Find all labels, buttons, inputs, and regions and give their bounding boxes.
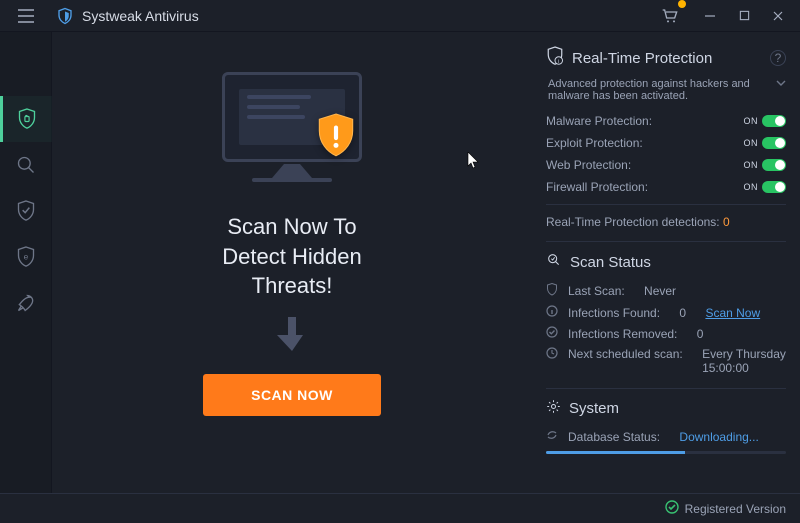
download-progress bbox=[546, 451, 786, 454]
toggle-row-web: Web Protection: ON bbox=[546, 154, 786, 176]
toggle-firewall[interactable] bbox=[762, 181, 786, 193]
cart-icon[interactable] bbox=[656, 2, 684, 30]
sidebar-item-quarantine[interactable]: e bbox=[0, 234, 52, 280]
system-title: System bbox=[569, 400, 619, 417]
tagline: Scan Now To Detect Hidden Threats! bbox=[222, 212, 361, 301]
sidebar-item-protection[interactable] bbox=[0, 188, 52, 234]
db-status-value: Downloading... bbox=[679, 430, 758, 444]
minimize-button[interactable] bbox=[696, 2, 724, 30]
toggle-row-exploit: Exploit Protection: ON bbox=[546, 132, 786, 154]
help-icon[interactable]: ? bbox=[770, 50, 786, 66]
check-circle-icon bbox=[546, 326, 560, 341]
toggle-malware[interactable] bbox=[762, 115, 786, 127]
sidebar-item-scan[interactable] bbox=[0, 142, 52, 188]
sidebar: e bbox=[0, 32, 52, 493]
cursor-icon bbox=[467, 152, 481, 173]
scan-icon bbox=[546, 252, 562, 272]
check-shield-icon bbox=[546, 283, 560, 299]
svg-text:i: i bbox=[558, 59, 559, 65]
rtp-title: Real-Time Protection bbox=[572, 50, 712, 67]
gear-icon bbox=[546, 399, 561, 418]
arrow-down-icon bbox=[277, 317, 307, 358]
toggle-row-firewall: Firewall Protection: ON bbox=[546, 176, 786, 198]
menu-button[interactable] bbox=[0, 0, 52, 32]
scan-now-button[interactable]: SCAN NOW bbox=[203, 374, 381, 416]
title-bar: Systweak Antivirus bbox=[0, 0, 800, 32]
toggle-exploit[interactable] bbox=[762, 137, 786, 149]
maximize-button[interactable] bbox=[730, 2, 758, 30]
monitor-illustration bbox=[217, 72, 367, 192]
sidebar-item-home[interactable] bbox=[0, 96, 52, 142]
chevron-down-icon[interactable] bbox=[776, 78, 786, 90]
shield-info-icon: i bbox=[546, 46, 564, 70]
rtp-subtitle: Advanced protection against hackers and … bbox=[548, 78, 770, 102]
footer: Registered Version bbox=[0, 493, 800, 523]
registered-label: Registered Version bbox=[685, 502, 786, 516]
scan-status-title: Scan Status bbox=[570, 254, 651, 271]
check-icon bbox=[665, 500, 679, 517]
toggle-web[interactable] bbox=[762, 159, 786, 171]
app-logo-icon bbox=[56, 7, 74, 25]
info-icon bbox=[546, 305, 560, 320]
real-time-protection-block: i Real-Time Protection ? Advanced protec… bbox=[546, 46, 786, 242]
toggle-row-malware: Malware Protection: ON bbox=[546, 110, 786, 132]
app-title: Systweak Antivirus bbox=[82, 8, 199, 24]
right-panel: i Real-Time Protection ? Advanced protec… bbox=[532, 32, 800, 493]
main-panel: Scan Now To Detect Hidden Threats! SCAN … bbox=[52, 32, 532, 493]
scan-status-block: Scan Status Last Scan: Never Infections … bbox=[546, 252, 786, 389]
sidebar-item-boost[interactable] bbox=[0, 280, 52, 326]
shield-warning-icon bbox=[315, 113, 357, 166]
sync-icon bbox=[546, 429, 560, 444]
scan-now-link[interactable]: Scan Now bbox=[705, 306, 760, 320]
rtp-detections: Real-Time Protection detections: 0 bbox=[546, 211, 786, 231]
system-block: System Database Status: Downloading... bbox=[546, 399, 786, 458]
close-button[interactable] bbox=[764, 2, 792, 30]
clock-icon bbox=[546, 347, 560, 362]
svg-text:e: e bbox=[23, 252, 28, 262]
